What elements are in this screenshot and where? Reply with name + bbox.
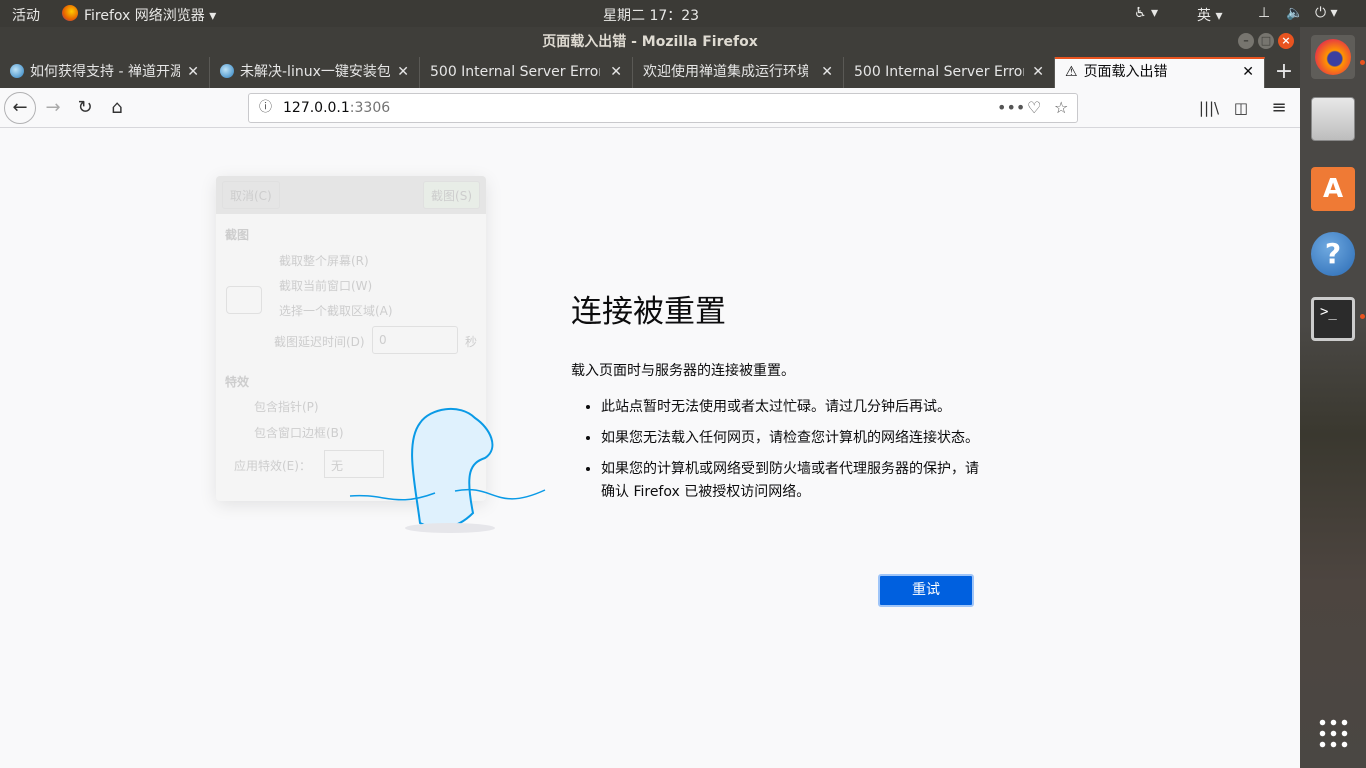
ghost-label: 秒 bbox=[465, 335, 478, 349]
url-port: :3306 bbox=[349, 100, 391, 116]
camera-icon bbox=[226, 286, 262, 314]
forward-button[interactable]: → bbox=[40, 95, 66, 121]
sidebar-icon[interactable]: ◫ bbox=[1228, 95, 1254, 121]
window-title: 页面载入出错 - Mozilla Firefox bbox=[542, 34, 758, 50]
error-suggestions: 此站点暂时无法使用或者太过忙碌。请过几分钟后再试。 如果您无法载入任何网页，请检… bbox=[601, 396, 981, 512]
error-title: 连接被重置 bbox=[571, 294, 726, 330]
activities-button[interactable]: 活动 bbox=[12, 5, 40, 25]
tab-active[interactable]: ⚠ 页面载入出错 ✕ bbox=[1055, 57, 1265, 88]
ghost-label: 包含窗口边框(B) bbox=[254, 426, 344, 440]
clock[interactable]: 星期二 17：23 bbox=[603, 5, 699, 25]
globe-icon bbox=[10, 64, 24, 78]
tab[interactable]: 如何获得支持 - 禅道开源 ✕ bbox=[0, 57, 210, 88]
ghost-label: 包含指针(P) bbox=[254, 400, 319, 414]
ghost-label: 截图延迟时间(D) bbox=[274, 335, 365, 349]
navigation-toolbar: ← → ↻ ⌂ ⓘ 127.0.0.1:3306 ••• ♡ ☆ |||\ ◫ … bbox=[0, 88, 1300, 128]
ghost-cancel-button: 取消(C) bbox=[222, 181, 280, 209]
maximize-button[interactable]: □ bbox=[1258, 33, 1274, 49]
reload-button[interactable]: ↻ bbox=[72, 95, 98, 121]
tab-label: 500 Internal Server Error bbox=[430, 64, 600, 80]
globe-icon bbox=[220, 64, 234, 78]
ubuntu-dock: A ? >_ bbox=[1300, 27, 1366, 768]
network-icon[interactable]: ⊥ bbox=[1258, 5, 1270, 21]
tab-label: 页面载入出错 bbox=[1083, 64, 1168, 80]
ghost-label: 选择一个截取区域(A) bbox=[279, 304, 393, 318]
warning-icon: ⚠ bbox=[1065, 64, 1078, 80]
new-tab-button[interactable]: + bbox=[1270, 57, 1298, 88]
ghost-label: 0 bbox=[372, 326, 458, 354]
app-menu-label: Firefox 网络浏览器 bbox=[84, 8, 205, 24]
tab[interactable]: 500 Internal Server Error ✕ bbox=[420, 57, 633, 88]
dock-terminal-icon[interactable]: >_ bbox=[1311, 297, 1355, 341]
error-page: 取消(C) 截图(S) 截图 截取整个屏幕(R) 截取当前窗口(W) 选择一个截取… bbox=[0, 128, 1300, 768]
dock-firefox[interactable] bbox=[1311, 35, 1355, 79]
suggestion-item: 如果您无法载入任何网页，请检查您计算机的网络连接状态。 bbox=[601, 427, 981, 450]
firefox-icon bbox=[62, 5, 78, 21]
url-host: 127.0.0.1 bbox=[283, 100, 350, 116]
ghost-label: 特效 bbox=[225, 375, 250, 389]
show-applications-icon[interactable] bbox=[1317, 717, 1349, 749]
url-bar[interactable]: ⓘ 127.0.0.1:3306 ••• ♡ ☆ bbox=[248, 93, 1078, 123]
suggestion-item: 如果您的计算机或网络受到防火墙或者代理服务器的保护，请确认 Firefox 已被… bbox=[601, 458, 981, 504]
ghost-capture-button: 截图(S) bbox=[423, 181, 480, 209]
dock-software-icon[interactable]: A bbox=[1311, 167, 1355, 211]
back-button[interactable]: ← bbox=[4, 92, 36, 124]
tab-label: 欢迎使用禅道集成运行环境 bbox=[643, 64, 808, 80]
menu-icon[interactable]: ≡ bbox=[1266, 95, 1292, 121]
info-icon[interactable]: ⓘ bbox=[259, 94, 272, 122]
dock-help-icon[interactable]: ? bbox=[1311, 232, 1355, 276]
tab-label: 如何获得支持 - 禅道开源 bbox=[30, 64, 180, 80]
page-actions-icon[interactable]: ••• bbox=[997, 94, 1025, 122]
input-method-label: 英 bbox=[1197, 8, 1211, 24]
window-title-bar: 页面载入出错 - Mozilla Firefox – □ × bbox=[0, 27, 1300, 57]
close-tab-icon[interactable]: ✕ bbox=[1242, 59, 1254, 86]
home-button[interactable]: ⌂ bbox=[104, 95, 130, 121]
tab[interactable]: 未解决-linux一键安装包 ✕ bbox=[210, 57, 420, 88]
ghost-label: 截图 bbox=[225, 228, 250, 242]
ubuntu-top-bar: 活动 Firefox 网络浏览器 ▾ 星期二 17：23 ♿ ▾ 英 ▾ ⊥ 🔈… bbox=[0, 0, 1366, 27]
power-icon[interactable]: ⏻ ▾ bbox=[1315, 5, 1338, 21]
suggestion-item: 此站点暂时无法使用或者太过忙碌。请过几分钟后再试。 bbox=[601, 396, 981, 419]
tab[interactable]: 欢迎使用禅道集成运行环境 ✕ bbox=[633, 57, 844, 88]
dock-files-icon[interactable] bbox=[1311, 97, 1355, 141]
tab[interactable]: 500 Internal Server Error ✕ bbox=[844, 57, 1055, 88]
minimize-button[interactable]: – bbox=[1238, 33, 1254, 49]
tab-strip: 如何获得支持 - 禅道开源 ✕ 未解决-linux一键安装包 ✕ 500 Inter… bbox=[0, 57, 1300, 88]
ghost-label: 截取当前窗口(W) bbox=[279, 279, 373, 293]
close-tab-icon[interactable]: ✕ bbox=[821, 57, 833, 88]
bookmark-star-icon[interactable]: ☆ bbox=[1054, 94, 1068, 122]
pocket-icon[interactable]: ♡ bbox=[1027, 94, 1041, 122]
ghost-label: 截取整个屏幕(R) bbox=[279, 254, 369, 268]
running-indicator bbox=[1360, 314, 1365, 319]
error-description: 载入页面时与服务器的连接被重置。 bbox=[571, 363, 795, 379]
ghost-label: 应用特效(E)： bbox=[234, 459, 311, 473]
close-tab-icon[interactable]: ✕ bbox=[187, 57, 199, 88]
close-tab-icon[interactable]: ✕ bbox=[1032, 57, 1044, 88]
tab-label: 未解决-linux一键安装包 bbox=[240, 64, 390, 80]
tab-label: 500 Internal Server Error bbox=[854, 64, 1024, 80]
close-tab-icon[interactable]: ✕ bbox=[397, 57, 409, 88]
firefox-icon bbox=[1315, 39, 1351, 75]
disconnected-dinosaur-illustration bbox=[349, 407, 546, 533]
accessibility-icon[interactable]: ♿ ▾ bbox=[1134, 5, 1158, 21]
url-text: 127.0.0.1:3306 bbox=[283, 94, 390, 122]
input-method-menu[interactable]: 英 ▾ bbox=[1197, 5, 1222, 25]
app-menu[interactable]: Firefox 网络浏览器 ▾ bbox=[84, 5, 216, 25]
close-tab-icon[interactable]: ✕ bbox=[610, 57, 622, 88]
volume-icon[interactable]: 🔈 bbox=[1286, 5, 1303, 21]
retry-button[interactable]: 重试 bbox=[878, 574, 974, 607]
library-icon[interactable]: |||\ bbox=[1196, 95, 1222, 121]
close-window-button[interactable]: × bbox=[1278, 33, 1294, 49]
running-indicator bbox=[1360, 60, 1365, 65]
